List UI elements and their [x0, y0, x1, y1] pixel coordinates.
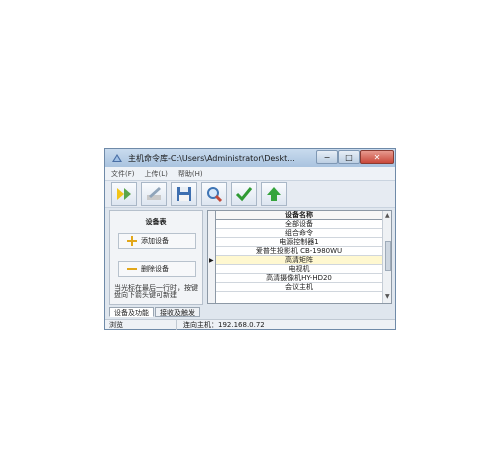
minus-icon — [127, 268, 137, 270]
edit-icon — [147, 187, 161, 200]
tab-strip: 设备及功能 接收及触发 — [109, 307, 201, 317]
tab-triggers[interactable]: 接收及触发 — [155, 307, 200, 317]
device-grid: 设备名称 全部设备 组合命令 电源控制器1 爱普生投影机 CB-1980WU 高… — [207, 210, 392, 304]
add-device-label: 添加设备 — [141, 237, 169, 245]
upload-icon — [267, 187, 281, 201]
device-panel: 设备表 添加设备 删除设备 当光标在最后一行时，按键盘向下箭头键可新建 — [109, 210, 203, 305]
scroll-down-icon[interactable]: ▼ — [385, 293, 390, 300]
open-icon — [117, 188, 131, 200]
check-icon — [235, 187, 253, 202]
save-icon — [177, 187, 191, 201]
grid-row[interactable]: 电源控制器1 — [216, 238, 382, 247]
panel-title: 设备表 — [145, 218, 167, 226]
menu-bar: 文件(F) 上传(L) 帮助(H) — [105, 167, 395, 180]
search-button[interactable] — [201, 182, 227, 206]
open-button[interactable] — [111, 182, 137, 206]
close-icon: ✕ — [373, 152, 381, 162]
menu-file[interactable]: 文件(F) — [111, 169, 135, 179]
edit-button[interactable] — [141, 182, 167, 206]
window-title: 主机命令库-C:\Users\Administrator\Deskt... — [128, 153, 295, 163]
grid-row[interactable]: 爱普生投影机 CB-1980WU — [216, 247, 382, 256]
menu-help[interactable]: 帮助(H) — [178, 169, 203, 179]
title-bar[interactable]: 主机命令库-C:\Users\Administrator\Deskt... − … — [105, 149, 395, 167]
tab-devices[interactable]: 设备及功能 — [109, 307, 154, 317]
plus-icon — [127, 236, 137, 246]
grid-row[interactable]: 组合命令 — [216, 229, 382, 238]
minimize-icon: − — [323, 152, 331, 162]
scroll-thumb[interactable] — [385, 241, 391, 271]
close-button[interactable]: ✕ — [360, 150, 394, 164]
upload-button[interactable] — [261, 182, 287, 206]
grid-row[interactable]: 会议主机 — [216, 283, 382, 292]
app-icon — [111, 152, 123, 164]
hint-text: 当光标在最后一行时，按键盘向下箭头键可新建 — [114, 284, 198, 299]
maximize-button[interactable]: □ — [338, 150, 360, 164]
toolbar — [105, 180, 395, 208]
current-row-pointer-icon: ▶ — [209, 257, 214, 264]
minimize-button[interactable]: − — [316, 150, 338, 164]
status-bar: 浏览 连向主机：192.168.0.72 — [105, 319, 395, 330]
save-button[interactable] — [171, 182, 197, 206]
confirm-button[interactable] — [231, 182, 257, 206]
delete-device-button[interactable]: 删除设备 — [118, 261, 196, 277]
menu-upload[interactable]: 上传(L) — [145, 169, 168, 179]
search-icon — [207, 187, 223, 203]
grid-header: 设备名称 — [216, 211, 382, 220]
grid-row[interactable]: 全部设备 — [216, 220, 382, 229]
add-device-button[interactable]: 添加设备 — [118, 233, 196, 249]
status-host: 连向主机：192.168.0.72 — [183, 320, 265, 329]
grid-row-selected[interactable]: 高清矩阵 — [216, 256, 382, 265]
vertical-scrollbar[interactable]: ▲ ▼ — [382, 211, 391, 303]
grid-row[interactable]: 电视机 — [216, 265, 382, 274]
grid-row[interactable]: 高清摄像机HY-HD20 — [216, 274, 382, 283]
scroll-up-icon[interactable]: ▲ — [385, 212, 390, 219]
maximize-icon: □ — [345, 152, 353, 162]
delete-device-label: 删除设备 — [141, 265, 169, 273]
main-window: 主机命令库-C:\Users\Administrator\Deskt... − … — [104, 148, 396, 330]
status-mode: 浏览 — [105, 319, 177, 330]
